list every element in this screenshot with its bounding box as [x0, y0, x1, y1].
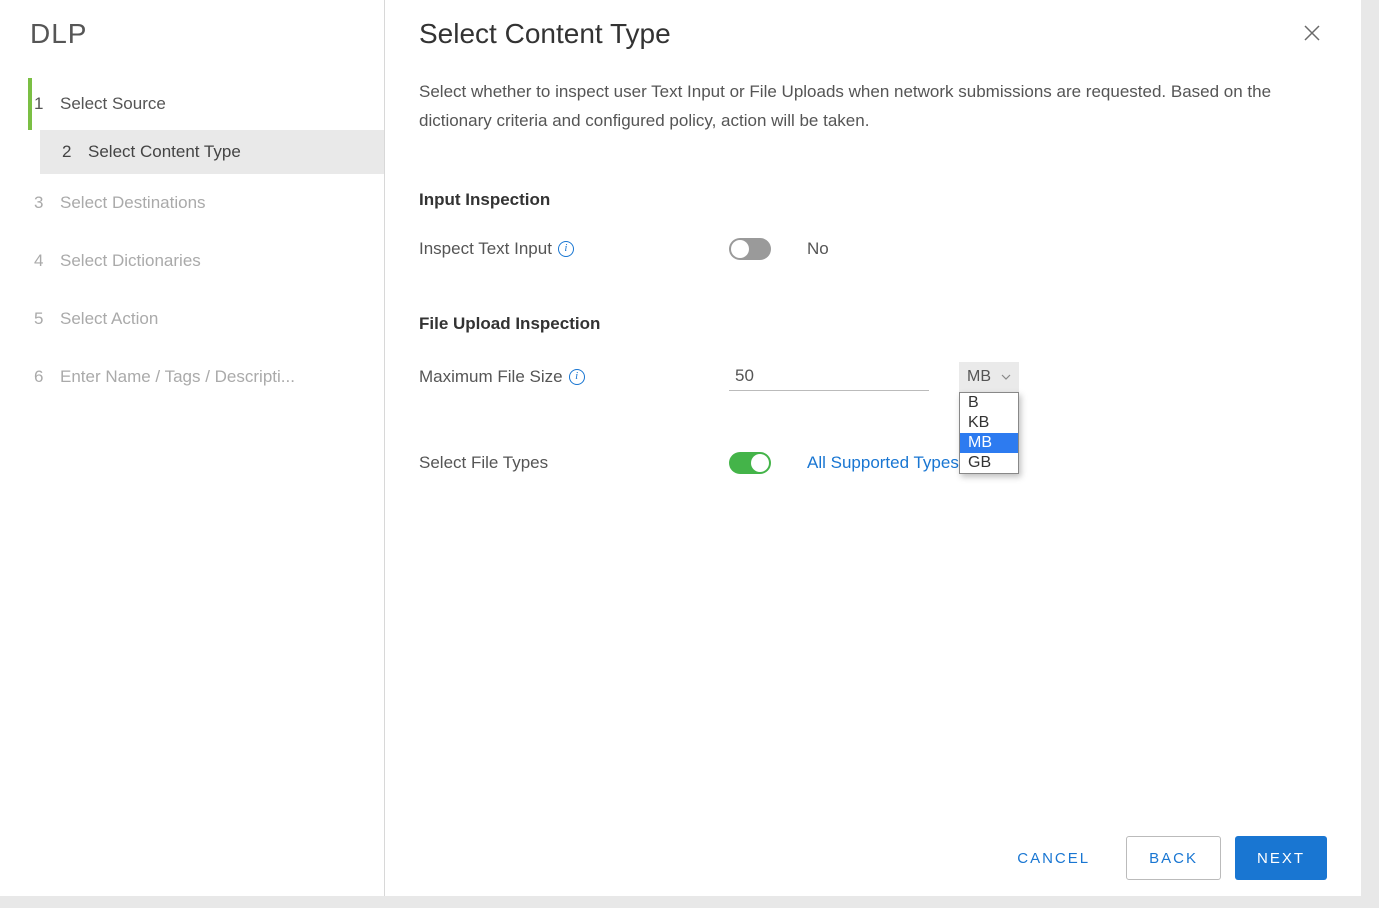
step-number: 4 [34, 251, 60, 271]
row-inspect-text-input: Inspect Text Input i No [419, 238, 1327, 260]
wizard-sidebar: DLP 1 Select Source 2 Select Content Typ… [0, 0, 385, 896]
info-icon[interactable]: i [569, 369, 585, 385]
next-button[interactable]: NEXT [1235, 836, 1327, 880]
step-label: Select Dictionaries [60, 251, 201, 271]
section-title-file-upload-inspection: File Upload Inspection [419, 314, 1327, 334]
app-logo: DLP [0, 0, 384, 78]
toggle-inspect-text-input[interactable] [729, 238, 771, 260]
unit-option-kb[interactable]: KB [960, 413, 1018, 433]
wizard-step-6[interactable]: 6 Enter Name / Tags / Descripti... [0, 348, 384, 406]
wizard-step-5[interactable]: 5 Select Action [0, 290, 384, 348]
unit-option-gb[interactable]: GB [960, 453, 1018, 473]
close-button[interactable] [1297, 18, 1327, 48]
toggle-value-inspect-text-input: No [807, 239, 829, 259]
input-max-file-size[interactable] [729, 362, 929, 391]
step-label: Select Destinations [60, 193, 206, 213]
row-select-file-types: Select File Types All Supported Types [419, 452, 1327, 474]
bottom-gutter [0, 896, 1379, 908]
right-gutter [1361, 0, 1379, 908]
wizard-step-1[interactable]: 1 Select Source [28, 78, 384, 130]
close-icon [1302, 23, 1322, 43]
select-value: MB [967, 368, 991, 386]
step-label: Enter Name / Tags / Descripti... [60, 367, 295, 387]
page-title: Select Content Type [419, 18, 671, 50]
wizard-step-4[interactable]: 4 Select Dictionaries [0, 232, 384, 290]
select-file-size-unit[interactable]: MB B KB MB GB [959, 362, 1019, 392]
dropdown-file-size-unit: B KB MB GB [959, 392, 1019, 474]
step-number: 6 [34, 367, 60, 387]
section-title-input-inspection: Input Inspection [419, 190, 1327, 210]
back-button[interactable]: BACK [1126, 836, 1221, 880]
wizard-footer: CANCEL BACK NEXT [995, 836, 1327, 880]
wizard-steps: 1 Select Source 2 Select Content Type 3 … [0, 78, 384, 406]
link-all-supported-types[interactable]: All Supported Types [807, 453, 959, 473]
step-label: Select Content Type [88, 142, 241, 162]
unit-option-b[interactable]: B [960, 393, 1018, 413]
cancel-button[interactable]: CANCEL [995, 836, 1112, 880]
label-max-file-size: Maximum File Size i [419, 367, 729, 387]
step-number: 2 [62, 142, 88, 162]
wizard-step-2[interactable]: 2 Select Content Type [40, 130, 384, 174]
page-description: Select whether to inspect user Text Inpu… [419, 78, 1319, 136]
row-max-file-size: Maximum File Size i MB B KB MB GB [419, 362, 1327, 392]
step-label: Select Action [60, 309, 158, 329]
wizard-step-3[interactable]: 3 Select Destinations [0, 174, 384, 232]
main-panel: Select Content Type Select whether to in… [385, 0, 1361, 896]
step-label: Select Source [60, 94, 166, 114]
label-inspect-text-input: Inspect Text Input i [419, 239, 729, 259]
label-select-file-types: Select File Types [419, 453, 729, 473]
toggle-select-file-types[interactable] [729, 452, 771, 474]
step-number: 1 [34, 94, 60, 114]
unit-option-mb[interactable]: MB [960, 433, 1018, 453]
chevron-down-icon [1001, 372, 1011, 382]
info-icon[interactable]: i [558, 241, 574, 257]
step-number: 5 [34, 309, 60, 329]
step-number: 3 [34, 193, 60, 213]
